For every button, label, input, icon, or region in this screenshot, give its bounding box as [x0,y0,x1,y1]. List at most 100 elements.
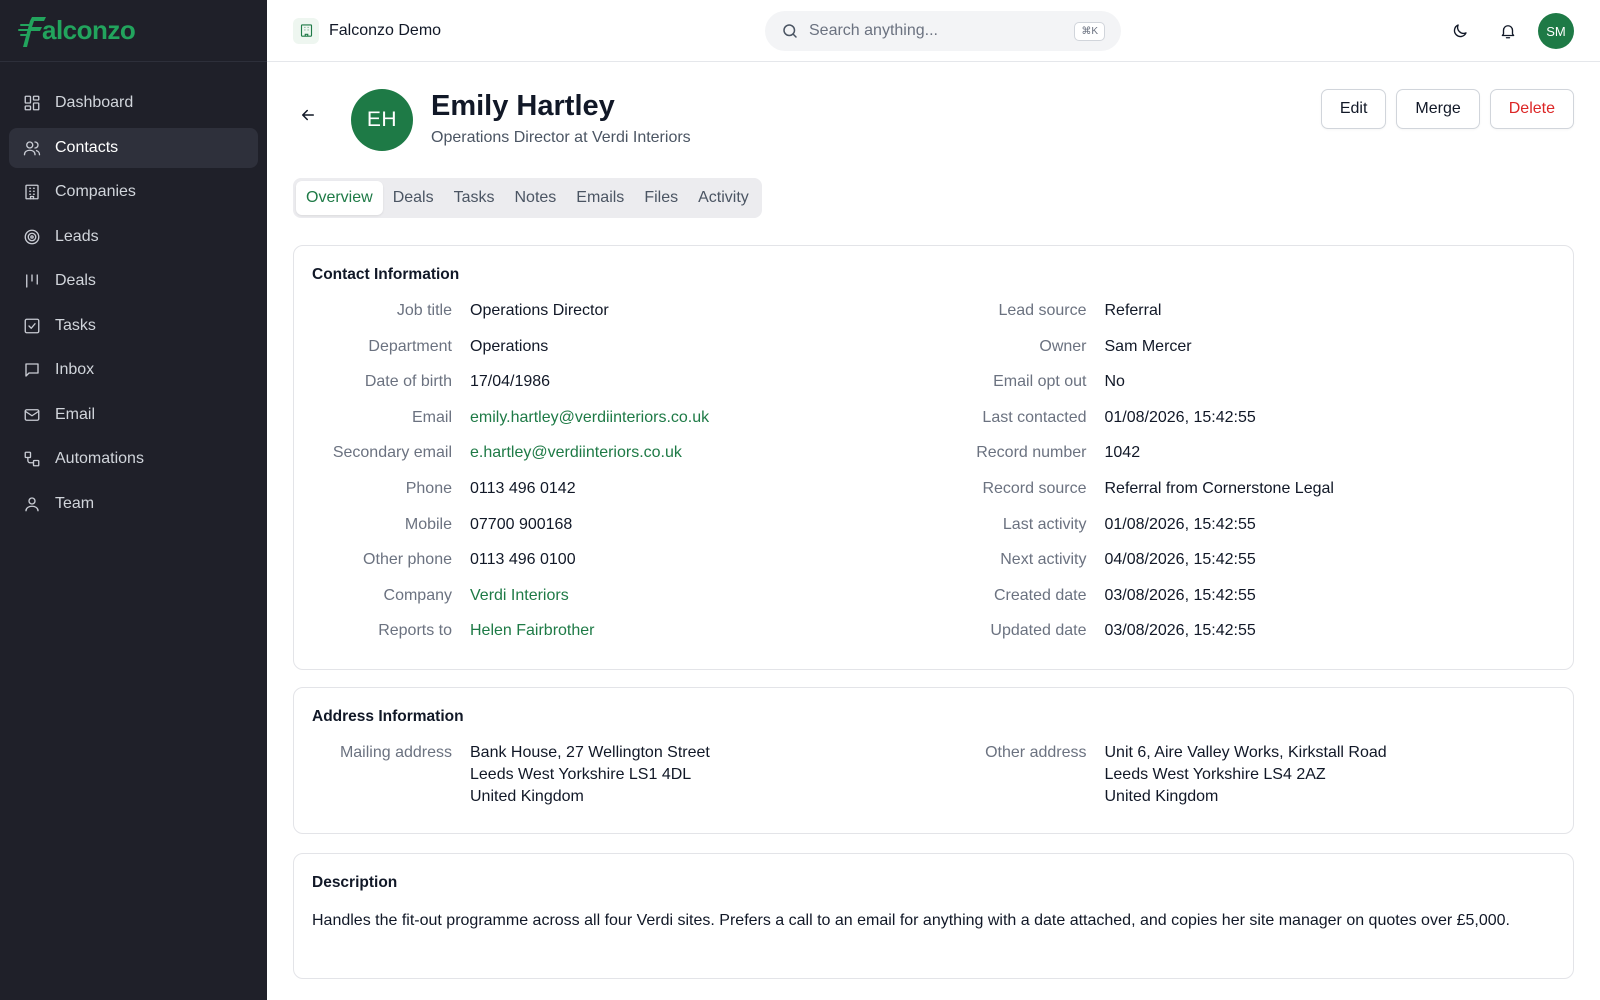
delete-button[interactable]: Delete [1489,89,1574,129]
contact-header: EH Emily Hartley Operations Director at … [267,62,1600,172]
address-line: United Kingdom [470,788,584,805]
mailing-address-column: Mailing address Bank House, 27 Wellingto… [294,742,934,808]
topbar: Falconzo Demo ⌘K SM [267,0,1600,62]
contact-subtitle: Operations Director at Verdi Interiors [431,129,691,146]
description-text: Handles the fit-out programme across all… [312,912,1510,929]
notifications-button[interactable] [1490,13,1526,49]
field-value: 0113 496 0142 [470,479,576,497]
tab-overview[interactable]: Overview [296,181,383,215]
page-title: Emily Hartley [431,90,615,122]
sidebar-item-label: Inbox [55,361,95,378]
company-link[interactable]: Verdi Interiors [470,587,569,605]
mail-icon [23,406,41,424]
sidebar-item-dashboard[interactable]: Dashboard [9,83,258,123]
field-lead-source: Lead source Referral [934,302,1574,338]
field-other-phone: Other phone 0113 496 0100 [294,551,934,587]
tab-emails[interactable]: Emails [566,181,634,215]
field-label: Last contacted [982,408,1087,426]
field-next-activity: Next activity 04/08/2026, 15:42:55 [934,551,1574,587]
workspace-name: Falconzo Demo [329,21,442,39]
tab-activity[interactable]: Activity [688,181,759,215]
sidebar-item-automations[interactable]: Automations [9,439,258,479]
logo[interactable]: alconzo [0,0,267,62]
field-value: 1042 [1104,444,1141,462]
field-mobile: Mobile 07700 900168 [294,516,934,552]
back-button[interactable] [299,106,321,128]
search-shortcut: ⌘K [1074,21,1105,41]
tab-files[interactable]: Files [634,181,688,215]
header-actions: Edit Merge Delete [1311,89,1574,129]
reports-to-link[interactable]: Helen Fairbrother [470,622,595,640]
sidebar-item-label: Team [55,494,95,512]
sidebar-item-label: Deals [55,272,96,289]
address-line: Leeds West Yorkshire LS1 4DL [470,766,692,783]
field-label: Created date [993,586,1087,604]
field-label: Other phone [363,551,452,569]
field-record-number: Record number 1042 [934,444,1574,480]
address-information-card: Address Information Mailing address Bank… [293,687,1574,834]
field-label: Email opt out [993,373,1087,391]
workflow-icon [23,450,41,468]
contact-information-card: Contact Information Job title Operations … [293,245,1574,670]
merge-button[interactable]: Merge [1396,89,1480,129]
contact-fields-right: Lead source Referral Owner Sam Mercer Emai… [934,302,1574,658]
address-line: United Kingdom [1104,788,1219,805]
section-title: Description [312,874,398,891]
message-icon [23,361,41,379]
search-input[interactable] [809,22,1075,40]
field-value: 17/04/1986 [470,373,551,391]
email-link[interactable]: emily.hartley@verdiinteriors.co.uk [470,409,709,427]
field-label: Next activity [1000,551,1087,569]
search-icon [783,24,797,38]
theme-toggle-button[interactable] [1442,13,1478,49]
field-label: Owner [1039,337,1087,355]
field-job-title: Job title Operations Director [294,302,934,338]
field-label: Date of birth [364,373,452,391]
section-title: Contact Information [312,266,460,283]
tab-bar: Overview Deals Tasks Notes Emails Files … [293,178,762,218]
field-label: Updated date [990,622,1087,640]
sidebar-item-inbox[interactable]: Inbox [9,350,258,390]
address-fields: Mailing address Bank House, 27 Wellingto… [294,742,1573,808]
building-icon [23,183,41,201]
secondary-email-link[interactable]: e.hartley@verdiinteriors.co.uk [470,444,682,462]
sidebar-item-leads[interactable]: Leads [9,217,258,257]
field-updated-date: Updated date 03/08/2026, 15:42:55 [934,622,1574,658]
workspace-switcher[interactable]: Falconzo Demo [293,17,442,44]
tab-notes[interactable]: Notes [505,181,567,215]
field-value: 07700 900168 [470,515,573,533]
field-label: Lead source [998,302,1087,319]
field-value: 04/08/2026, 15:42:55 [1104,551,1256,569]
sidebar-item-label: Tasks [55,316,96,334]
sidebar-item-contacts[interactable]: Contacts [9,127,258,168]
field-value: 03/08/2026, 15:42:55 [1104,622,1256,640]
field-label: Job title [396,302,452,319]
field-label: Department [368,337,452,355]
sidebar-item-label: Leads [55,227,99,245]
field-phone: Phone 0113 496 0142 [294,480,934,516]
field-value: Operations Director [470,302,609,319]
field-secondary-email: Secondary email e.hartley@verdiinteriors.… [294,444,934,480]
tab-deals[interactable]: Deals [383,181,444,215]
main-nav: Dashboard Contacts Companies Leads Deals… [0,83,267,524]
arrow-left-icon [302,109,314,121]
sidebar-item-companies[interactable]: Companies [9,172,258,212]
field-label: Mobile [404,515,452,533]
field-label: Record source [982,479,1087,497]
dashboard-icon [23,94,41,112]
contact-detail: EH Emily Hartley Operations Director at … [267,62,1600,1000]
sidebar-item-tasks[interactable]: Tasks [9,306,258,346]
sidebar-item-team[interactable]: Team [9,484,258,524]
contact-avatar: EH [351,89,413,151]
global-search[interactable]: ⌘K [765,11,1121,51]
sidebar-item-deals[interactable]: Deals [9,261,258,301]
sidebar-item-email[interactable]: Email [9,395,258,435]
field-value: Referral from Cornerstone Legal [1104,479,1334,497]
edit-button[interactable]: Edit [1320,89,1387,129]
field-mailing-address: Mailing address Bank House, 27 Wellingto… [294,742,934,808]
field-value: Sam Mercer [1104,337,1192,355]
field-last-activity: Last activity 01/08/2026, 15:42:55 [934,516,1574,552]
user-avatar[interactable]: SM [1538,13,1574,49]
field-label: Secondary email [332,444,452,462]
tab-tasks[interactable]: Tasks [444,181,505,215]
